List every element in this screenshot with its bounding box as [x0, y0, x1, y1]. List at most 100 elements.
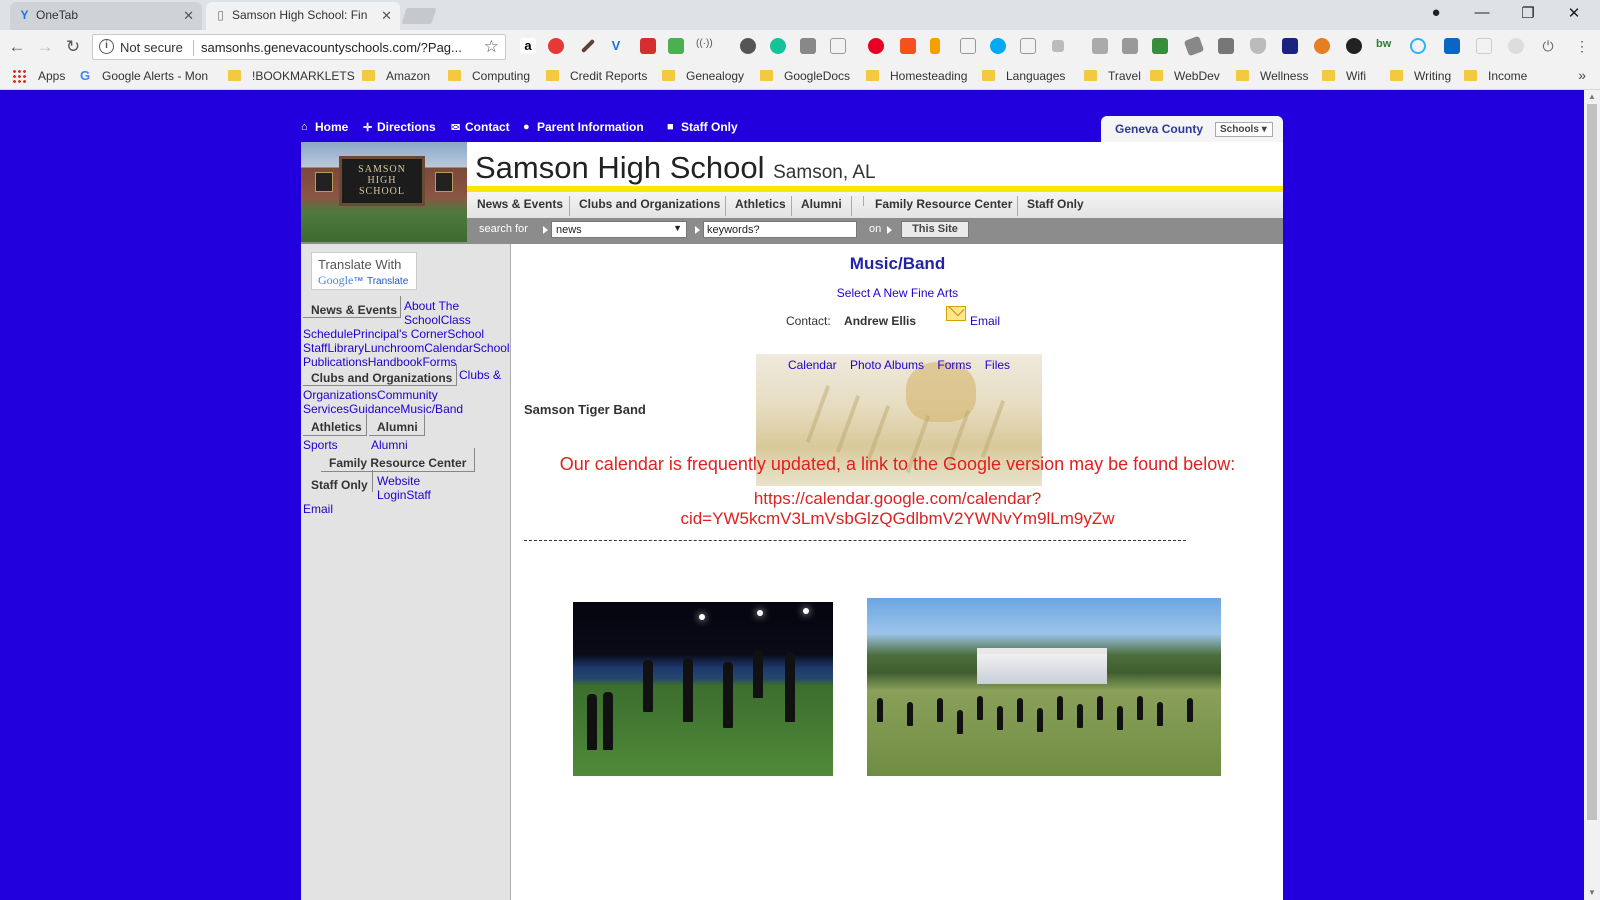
google-calendar-link[interactable]: https://calendar.google.com/calendar? ci… [512, 489, 1283, 529]
bookmark-folder[interactable]: Travel [1084, 69, 1141, 83]
close-window-button[interactable]: ✕ [1554, 4, 1594, 22]
pinterest-icon[interactable] [868, 38, 884, 54]
address-bar[interactable]: i Not secure samsonhs.genevacountyschool… [92, 34, 506, 60]
page-scrollbar[interactable]: ▲ ▼ [1584, 90, 1600, 900]
subnav-clubs[interactable]: Clubs and Organizations [579, 197, 720, 211]
forward-icon[interactable]: → [34, 37, 56, 57]
sidebar-news-links[interactable]: SchedulePrincipal's CornerSchool StaffLi… [303, 327, 510, 369]
this-site-button[interactable]: This Site [901, 221, 969, 238]
bookmark-folder[interactable]: Genealogy [662, 69, 744, 83]
back-icon[interactable]: ← [6, 37, 28, 57]
info-icon[interactable]: i [99, 39, 114, 54]
subnav-family-resource[interactable]: Family Resource Center [875, 197, 1012, 211]
menu-news-events[interactable]: News & Events [311, 303, 397, 317]
bookmark-apps[interactable]: Apps [12, 69, 65, 83]
menu-icon[interactable]: ⋮ [1574, 38, 1590, 54]
link-forms[interactable]: Forms [937, 358, 971, 372]
minimize-button[interactable]: — [1462, 4, 1502, 21]
link-clubs[interactable]: Clubs & [459, 368, 501, 382]
menu-family-resource[interactable]: Family Resource Center [329, 456, 466, 470]
more-bookmarks-icon[interactable]: » [1578, 67, 1586, 83]
subnav-alumni[interactable]: Alumni [801, 197, 842, 211]
scroll-down-icon[interactable]: ▼ [1588, 888, 1596, 897]
link-files[interactable]: Files [985, 358, 1010, 372]
grammarly-icon[interactable] [770, 38, 786, 54]
scroll-up-icon[interactable]: ▲ [1588, 92, 1596, 101]
gmail-extension-icon[interactable] [640, 38, 656, 54]
bookmark-folder[interactable]: Homesteading [866, 69, 967, 83]
band-photo-night[interactable] [573, 602, 833, 776]
link-photo-albums[interactable]: Photo Albums [850, 358, 924, 372]
linkedin-icon[interactable] [1444, 38, 1460, 54]
bookmark-folder[interactable]: Credit Reports [546, 69, 647, 83]
link-calendar[interactable]: Calendar [788, 358, 837, 372]
amazon-extension-icon[interactable]: a [520, 38, 536, 54]
envelope-icon[interactable] [946, 306, 966, 321]
profile-icon[interactable]: ● [1416, 4, 1456, 21]
subnav-news-events[interactable]: News & Events [477, 197, 563, 211]
bookmark-folder[interactable]: GoogleDocs [760, 69, 850, 83]
bw-extension-icon[interactable]: bw [1376, 38, 1392, 54]
grid-extension-icon[interactable] [960, 38, 976, 54]
x-extension-icon[interactable] [1052, 40, 1064, 52]
sheet-extension-icon[interactable] [1152, 38, 1168, 54]
bookmark-folder[interactable]: !BOOKMARKLETS [228, 69, 355, 83]
link-staff-email[interactable]: Email [303, 502, 333, 516]
screenshot-extension-icon[interactable] [830, 38, 846, 54]
nav-directions[interactable]: ✛ Directions [363, 120, 436, 134]
bookmark-folder[interactable]: WebDev [1150, 69, 1220, 83]
e-extension-icon[interactable] [1346, 38, 1362, 54]
schools-select[interactable]: Schools ▾ [1215, 122, 1273, 137]
nav-staff-only[interactable]: ■ Staff Only [667, 120, 738, 134]
window-extension-icon[interactable] [1122, 38, 1138, 54]
doc-extension-icon[interactable] [1020, 38, 1036, 54]
close-tab-icon[interactable]: ✕ [381, 8, 392, 24]
chrome-apps-extension-icon[interactable] [668, 38, 684, 54]
nav-parent-information[interactable]: ● Parent Information [523, 120, 644, 134]
dropper-extension-icon[interactable] [580, 38, 596, 54]
link-website-login[interactable]: Website LoginStaff [377, 474, 431, 502]
bookmark-extension-icon[interactable] [1282, 38, 1298, 54]
select-fine-arts-link[interactable]: Select A New Fine Arts [512, 286, 1283, 300]
menu-clubs[interactable]: Clubs and Organizations [311, 371, 452, 385]
gear-extension-icon[interactable] [740, 38, 756, 54]
search-category-select[interactable]: news ▼ [551, 221, 687, 238]
puzzle-extension-icon[interactable] [800, 38, 816, 54]
bookmark-star-icon[interactable]: ☆ [484, 37, 499, 57]
band-photo-day[interactable] [867, 598, 1221, 776]
tool-extension-icon[interactable] [930, 38, 940, 54]
broadcast-extension-icon[interactable]: ((·)) [696, 38, 713, 54]
subnav-athletics[interactable]: Athletics [735, 197, 786, 211]
v-extension-icon[interactable]: V [608, 38, 624, 54]
bookmark-folder[interactable]: Amazon [362, 69, 430, 83]
bookmark-folder[interactable]: Writing [1390, 69, 1451, 83]
keywords-input[interactable]: keywords? [703, 221, 857, 238]
new-tab-button[interactable] [401, 8, 437, 24]
subnav-staff-only[interactable]: Staff Only [1027, 197, 1084, 211]
tab-samson[interactable]: ▯ Samson High School: Fin ✕ [206, 2, 400, 30]
wave-extension-icon[interactable] [1410, 38, 1426, 54]
menu-athletics[interactable]: Athletics [311, 420, 362, 434]
search-extension-icon[interactable] [990, 38, 1006, 54]
c-extension-icon[interactable] [1092, 38, 1108, 54]
menu-alumni[interactable]: Alumni [377, 420, 418, 434]
plus-extension-icon[interactable] [900, 38, 916, 54]
tab-onetab[interactable]: Y OneTab ✕ [10, 2, 202, 30]
scrollbar-thumb[interactable] [1587, 104, 1597, 820]
google-translate-widget[interactable]: Translate With Google™ Translate [311, 252, 417, 290]
bookmark-google-alerts[interactable]: G Google Alerts - Mon [80, 68, 208, 83]
nav-home[interactable]: ⌂ Home [301, 120, 348, 134]
restore-button[interactable]: ❐ [1508, 4, 1548, 22]
link-about-school[interactable]: About The SchoolClass [404, 299, 471, 327]
url-text[interactable]: samsonhs.genevacountyschools.com/?Pag... [201, 40, 473, 55]
magnet-extension-icon[interactable] [548, 38, 564, 54]
shield-extension-icon[interactable] [1250, 38, 1266, 54]
sidebar-clubs-links[interactable]: OrganizationsCommunity ServicesGuidanceM… [303, 388, 463, 416]
bookmark-folder[interactable]: Languages [982, 69, 1065, 83]
bookmark-folder[interactable]: Income [1464, 69, 1527, 83]
bookmark-folder[interactable]: Computing [448, 69, 530, 83]
nav-contact[interactable]: ✉ Contact [451, 120, 510, 134]
blank-extension-icon[interactable] [1476, 38, 1492, 54]
s-extension-icon[interactable] [1218, 38, 1234, 54]
flower-extension-icon[interactable] [1508, 38, 1524, 54]
